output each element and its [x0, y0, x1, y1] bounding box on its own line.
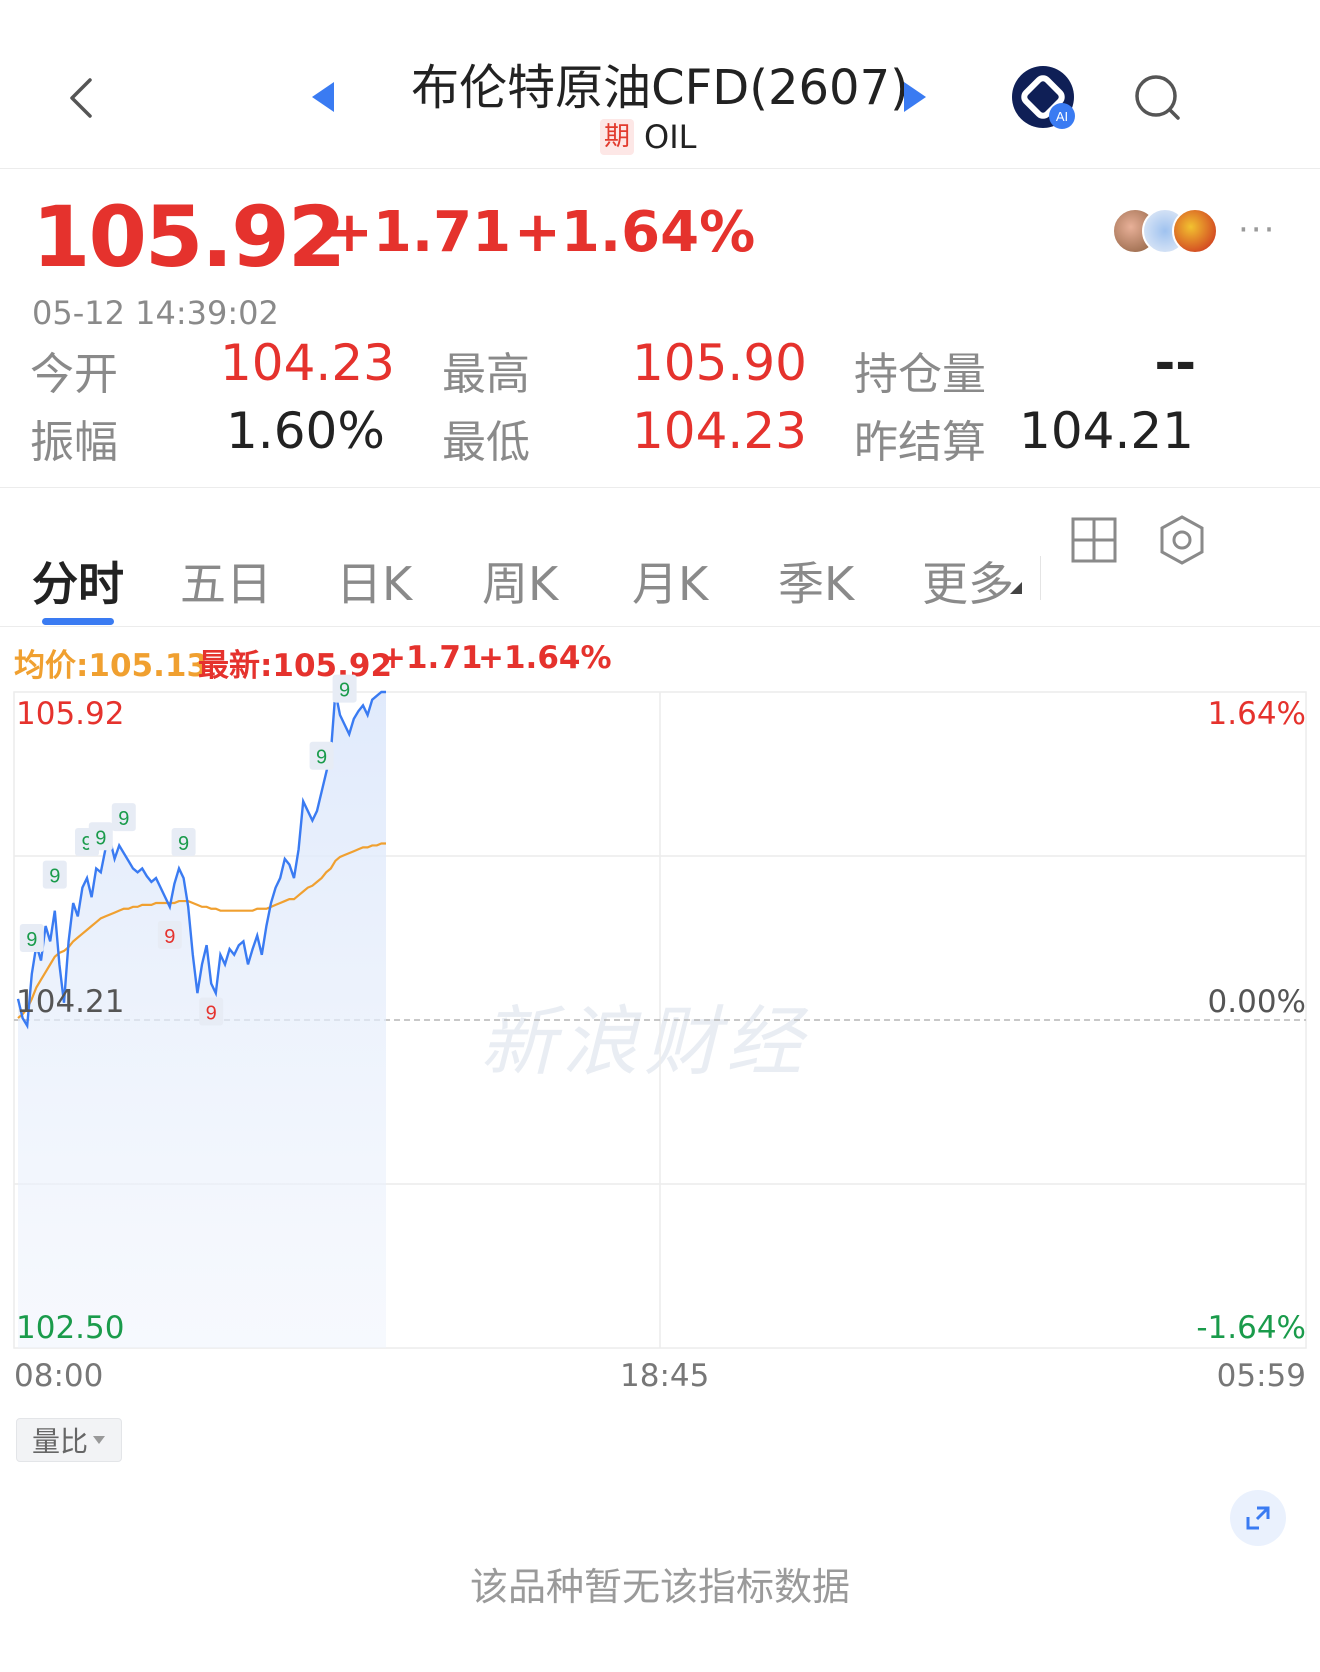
nine-count-marker: 9 — [157, 920, 182, 949]
marker-label: 9 — [26, 929, 37, 951]
y-axis-baseline-label: 104.21 — [16, 984, 125, 1020]
marker-label: 9 — [316, 747, 327, 769]
dropdown-arrow-icon — [93, 1436, 105, 1444]
x-axis-mid-label: 18:45 — [620, 1358, 710, 1394]
indicator-selector-label: 量比 — [31, 1425, 88, 1458]
marker-label: 9 — [178, 833, 189, 855]
nine-count-marker: 9 — [19, 923, 44, 952]
marker-label: 9 — [339, 680, 350, 702]
nine-count-marker: 9 — [111, 803, 136, 832]
x-axis-start-label: 08:00 — [14, 1358, 104, 1394]
nine-count-marker: 9 — [309, 741, 334, 770]
nine-count-marker: 9 — [199, 997, 224, 1026]
y-axis-max-label: 105.92 — [16, 696, 125, 732]
nine-count-marker: 9 — [88, 822, 113, 851]
y-axis-min-pct-label: -1.64% — [1196, 1310, 1306, 1346]
no-indicator-data-message: 该品种暂无该指标数据 — [469, 1565, 850, 1609]
marker-label: 9 — [95, 827, 106, 849]
y-axis-min-label: 102.50 — [16, 1310, 125, 1346]
marker-label: 9 — [206, 1003, 217, 1025]
marker-label: 9 — [118, 808, 129, 830]
marker-label: 9 — [164, 926, 175, 948]
indicator-selector[interactable]: 量比 — [16, 1418, 122, 1462]
y-axis-baseline-pct-label: 0.00% — [1207, 984, 1306, 1020]
y-axis-max-pct-label: 1.64% — [1207, 696, 1306, 732]
marker-label: 9 — [49, 866, 60, 888]
intraday-chart[interactable]: 999 9999999 — [0, 0, 1320, 1672]
expand-chart-button[interactable] — [1230, 1490, 1286, 1546]
nine-count-marker: 9 — [42, 860, 67, 889]
nine-count-marker: 9 — [171, 828, 196, 857]
x-axis-end-label: 05:59 — [1216, 1358, 1306, 1394]
nine-count-marker: 9 — [332, 674, 357, 703]
expand-icon — [1246, 1506, 1270, 1530]
